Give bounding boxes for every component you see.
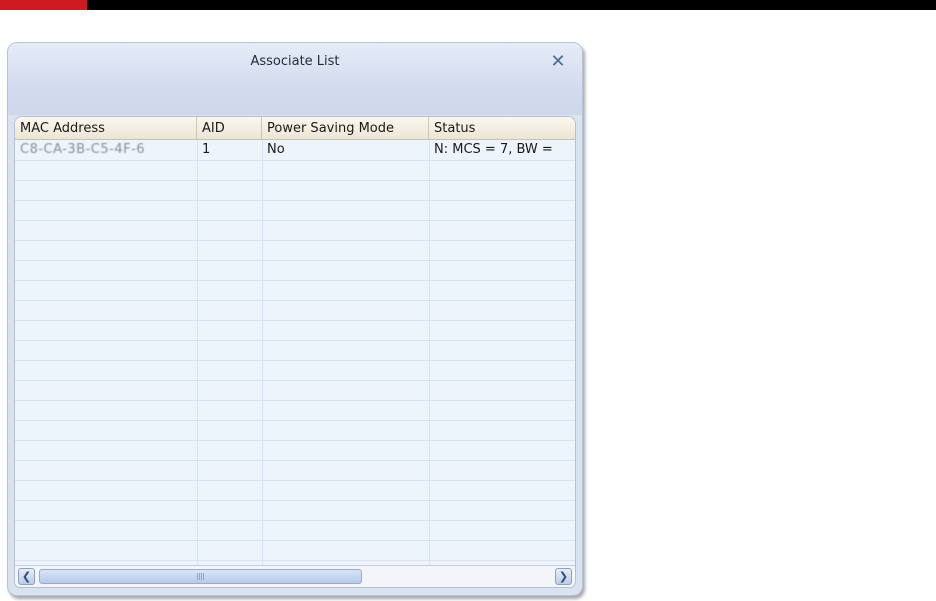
cell-power-saving-mode: No bbox=[267, 142, 285, 157]
empty-table-row bbox=[15, 240, 575, 261]
associate-list-dialog: Associate List ✕ MAC Address AID Power S… bbox=[7, 42, 583, 596]
cell-status: N: MCS = 7, BW = bbox=[434, 142, 553, 157]
top-banner bbox=[0, 0, 936, 10]
table-header: MAC Address AID Power Saving Mode Status bbox=[15, 117, 575, 140]
table-body: C8-CA-3B-C5-4F-6 1 No N: MCS = 7, BW = bbox=[15, 140, 575, 566]
scrollbar-thumb[interactable] bbox=[39, 569, 362, 584]
empty-table-row bbox=[15, 320, 575, 341]
scroll-right-arrow-icon[interactable]: ❯ bbox=[559, 570, 568, 583]
brand-accent-bar bbox=[0, 0, 87, 10]
dialog-title: Associate List bbox=[250, 54, 340, 69]
cell-aid: 1 bbox=[202, 142, 211, 157]
empty-table-row bbox=[15, 200, 575, 221]
empty-table-row bbox=[15, 220, 575, 241]
empty-table-row bbox=[15, 400, 575, 421]
empty-table-row bbox=[15, 300, 575, 321]
empty-table-row bbox=[15, 420, 575, 441]
scroll-left-arrow-icon[interactable]: ❮ bbox=[22, 570, 31, 583]
empty-table-row bbox=[15, 440, 575, 461]
empty-table-row bbox=[15, 540, 575, 561]
column-header-status[interactable]: Status bbox=[429, 117, 575, 139]
empty-table-row bbox=[15, 500, 575, 521]
empty-table-row bbox=[15, 260, 575, 281]
empty-table-row bbox=[15, 480, 575, 501]
scrollbar-grip bbox=[197, 573, 205, 580]
empty-table-row bbox=[15, 180, 575, 201]
table-row[interactable]: C8-CA-3B-C5-4F-6 1 No N: MCS = 7, BW = bbox=[15, 140, 575, 161]
horizontal-scrollbar[interactable]: ❮ ❯ bbox=[15, 565, 575, 587]
associate-list-table: MAC Address AID Power Saving Mode Status… bbox=[14, 116, 576, 588]
empty-table-row bbox=[15, 520, 575, 541]
column-header-power-saving-mode[interactable]: Power Saving Mode bbox=[262, 117, 429, 139]
empty-table-row bbox=[15, 280, 575, 301]
empty-table-row bbox=[15, 340, 575, 361]
close-button[interactable]: ✕ bbox=[548, 52, 568, 72]
cell-mac-address: C8-CA-3B-C5-4F-6 bbox=[20, 142, 146, 157]
empty-table-row bbox=[15, 460, 575, 481]
scroll-right-button[interactable]: ❯ bbox=[555, 568, 572, 585]
dialog-titlebar: Associate List ✕ bbox=[8, 43, 582, 115]
column-header-aid[interactable]: AID bbox=[197, 117, 262, 139]
empty-table-row bbox=[15, 380, 575, 401]
close-icon[interactable]: ✕ bbox=[550, 51, 565, 72]
scroll-left-button[interactable]: ❮ bbox=[18, 568, 35, 585]
empty-table-row bbox=[15, 160, 575, 181]
empty-table-row bbox=[15, 360, 575, 381]
column-header-mac-address[interactable]: MAC Address bbox=[15, 117, 197, 139]
